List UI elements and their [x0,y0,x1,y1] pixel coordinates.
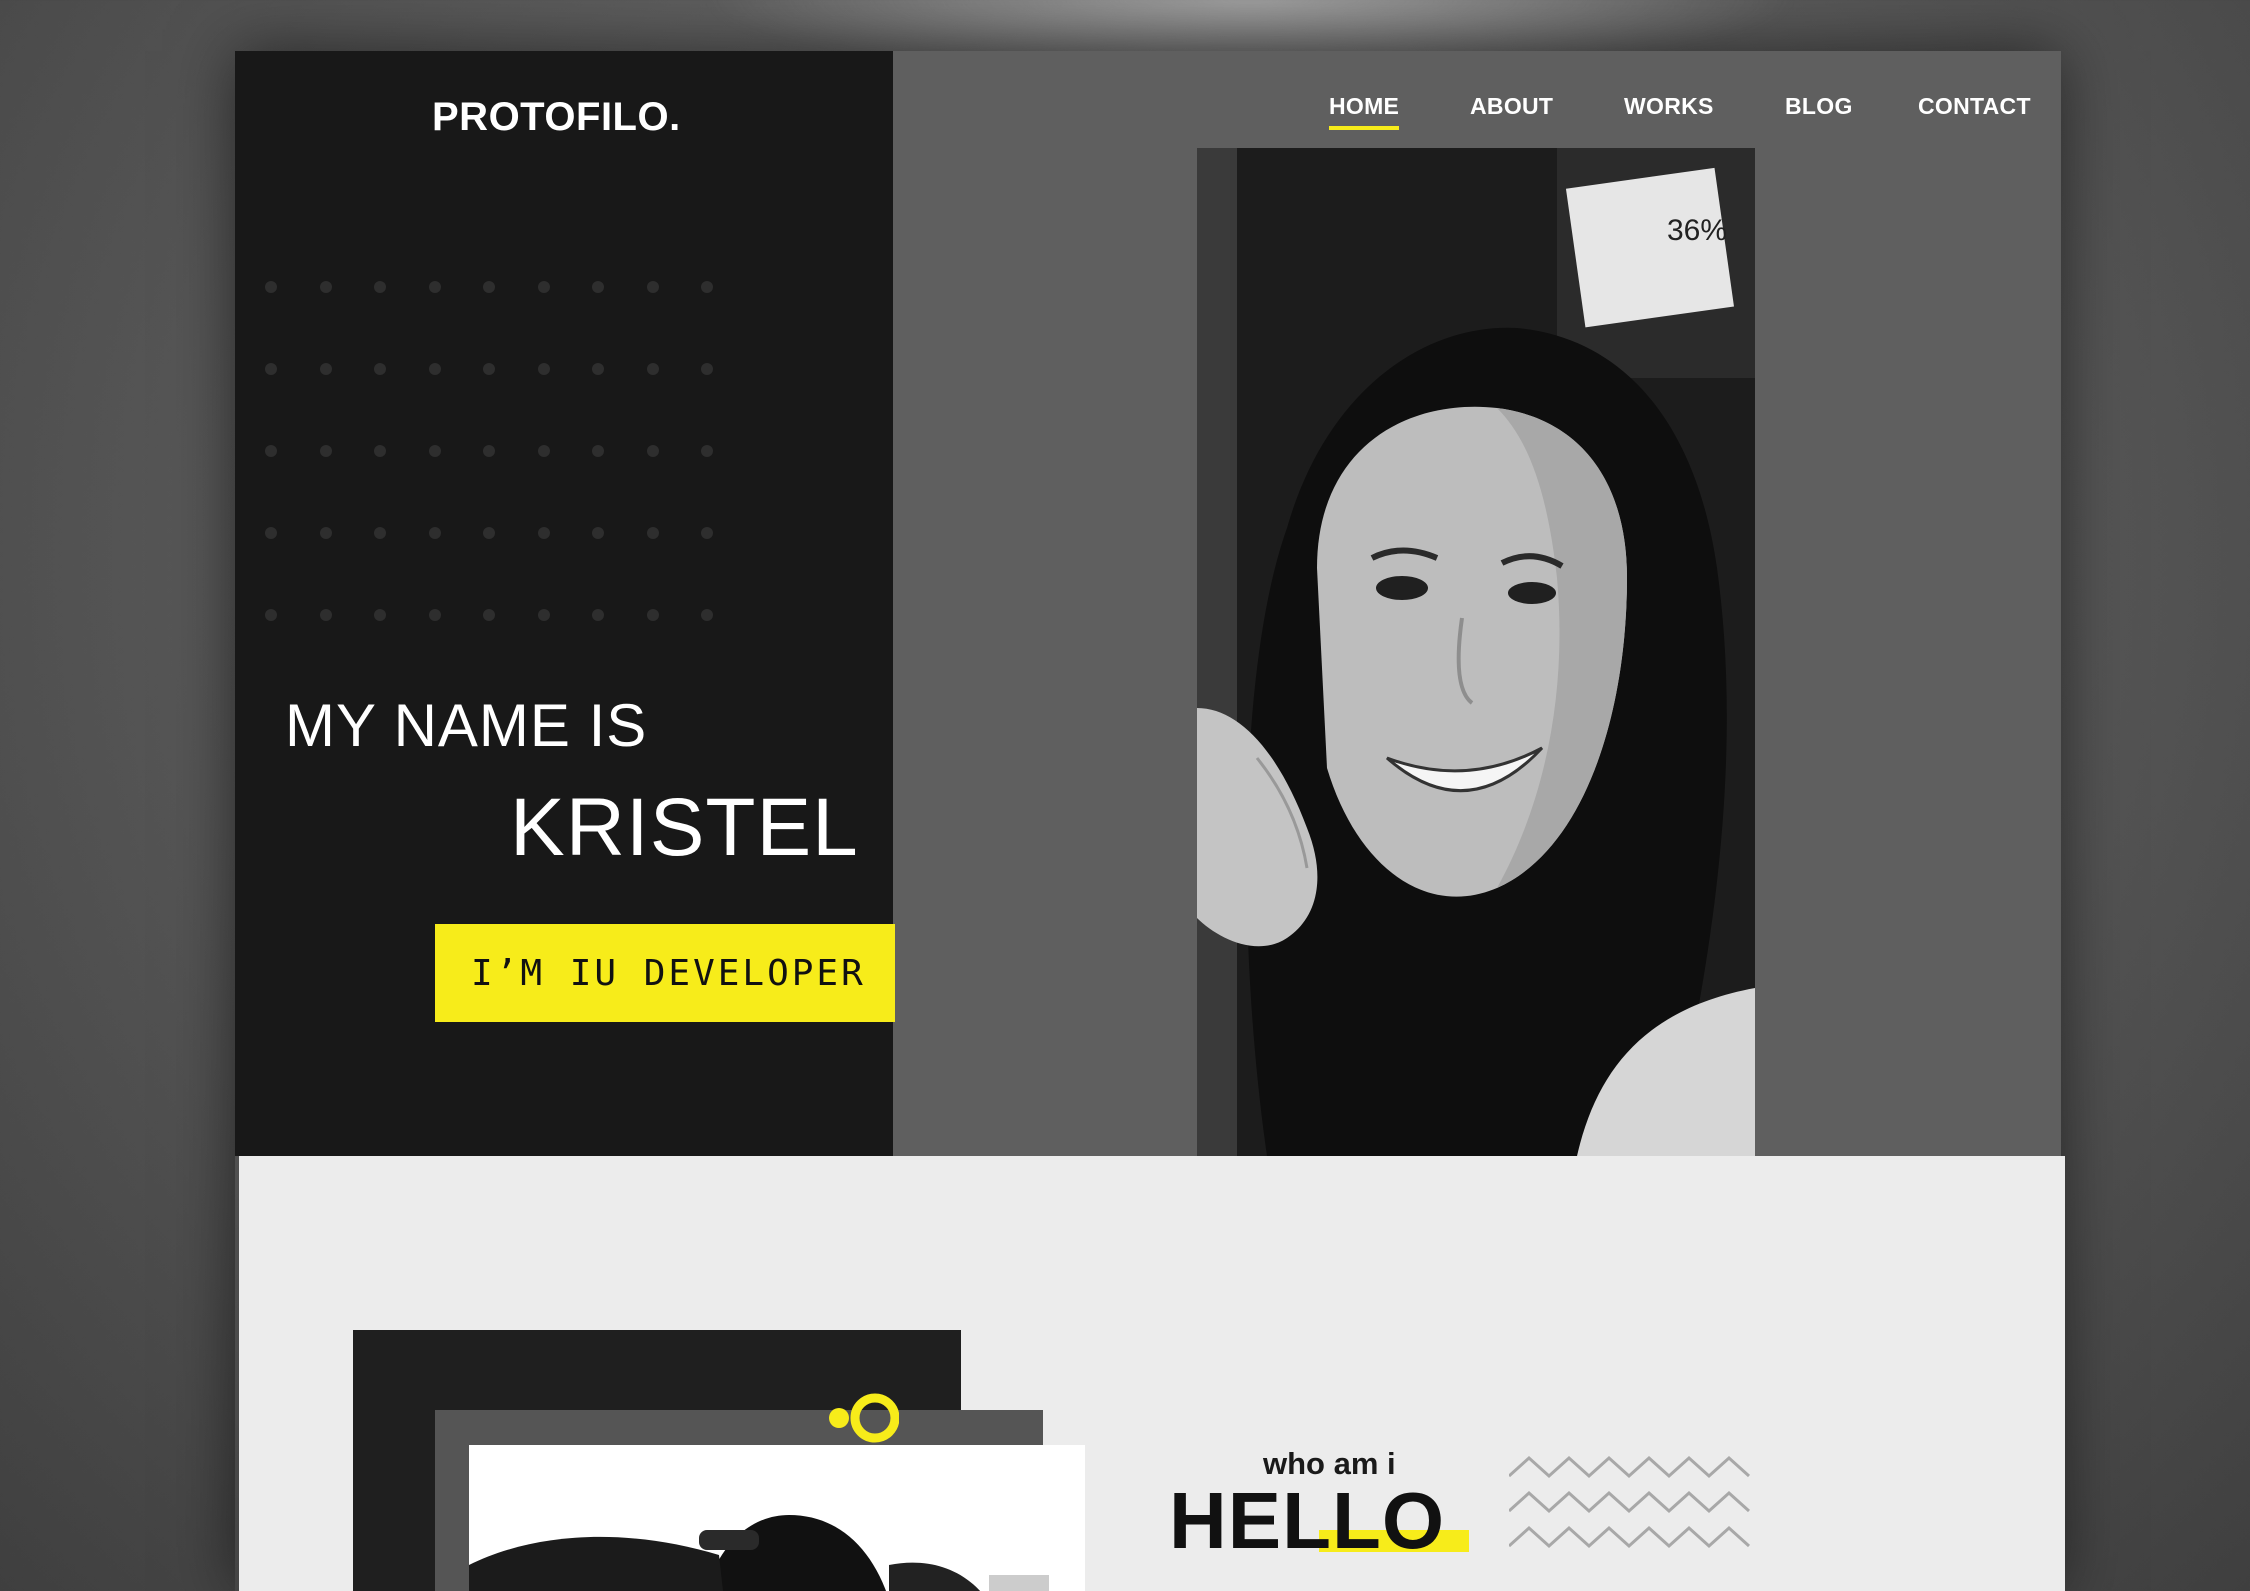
grid-dot [428,527,441,539]
hero-portrait-photo: 36% [1197,148,1755,1156]
grid-dot [483,281,495,293]
grid-dot [265,281,277,293]
about-heading: HELLO [1169,1476,1446,1565]
grid-dot [374,363,386,375]
grid-dot [265,527,277,539]
hero-left-panel: PROTOFILO. MY NAME IS KRISTEL I’M IU DEV… [235,51,895,1156]
about-heading-wrap: HELLO [1169,1476,1489,1566]
intro-text: MY NAME IS [285,692,648,759]
grid-dot [428,363,441,375]
grid-dot [483,363,495,375]
grid-dot [265,363,277,375]
role-button[interactable]: I’M IU DEVELOPER [435,924,895,1022]
grid-dot [483,527,495,539]
grid-dot [374,609,386,621]
nav-blog[interactable]: BLOG [1785,93,1853,120]
grid-dot [646,527,659,539]
about-photo [469,1445,1085,1591]
grid-dot [646,445,659,457]
grid-dot [646,281,659,293]
grid-dot [483,445,495,457]
grid-dot [537,609,550,621]
grid-dot [701,609,713,621]
grid-dot [646,363,659,375]
portrait-sign-text: 36% [1667,214,1727,247]
grid-dot [428,609,441,621]
grid-dot [428,281,441,293]
nav-home[interactable]: HOME [1329,93,1400,130]
grid-dot [319,281,332,293]
nav-active-underline [1329,126,1400,130]
hero-section: PROTOFILO. MY NAME IS KRISTEL I’M IU DEV… [235,51,2061,1156]
grid-dot [592,445,604,457]
grid-dot [374,527,386,539]
grid-dot [537,363,550,375]
grid-dot [319,527,332,539]
hero-name: KRISTEL [510,782,859,873]
brand-logo[interactable]: PROTOFILO. [432,95,681,140]
grid-dot [319,363,332,375]
grid-dot [265,445,277,457]
grid-dot [701,363,713,375]
grid-dot [701,281,713,293]
grid-dot [701,527,713,539]
nav-home-label: HOME [1329,93,1400,119]
grid-dot [537,445,550,457]
nav-contact[interactable]: CONTACT [1918,93,2031,120]
grid-dot [374,445,386,457]
about-photo-illustration [469,1445,1085,1591]
grid-dot [428,445,441,457]
grid-dot [537,527,550,539]
grid-dot [592,363,604,375]
grid-dot [592,281,604,293]
grid-dot [374,281,386,293]
nav-about[interactable]: ABOUT [1470,93,1553,120]
about-section: who am i HELLO [239,1156,2065,1591]
nav-works[interactable]: WORKS [1624,93,1714,120]
circle-decoration-icon [829,1393,899,1443]
zigzag-decoration-icon [1509,1455,1751,1549]
grid-dot [592,527,604,539]
website-mockup: PROTOFILO. MY NAME IS KRISTEL I’M IU DEV… [235,51,2065,1591]
portrait-illustration: 36% [1197,148,1755,1156]
grid-dot [319,609,332,621]
grid-dot [319,445,332,457]
grid-dot [701,445,713,457]
dot-grid-decoration [265,281,725,641]
grid-dot [646,609,659,621]
grid-dot [537,281,550,293]
grid-dot [592,609,604,621]
grid-dot [265,609,277,621]
grid-dot [483,609,495,621]
